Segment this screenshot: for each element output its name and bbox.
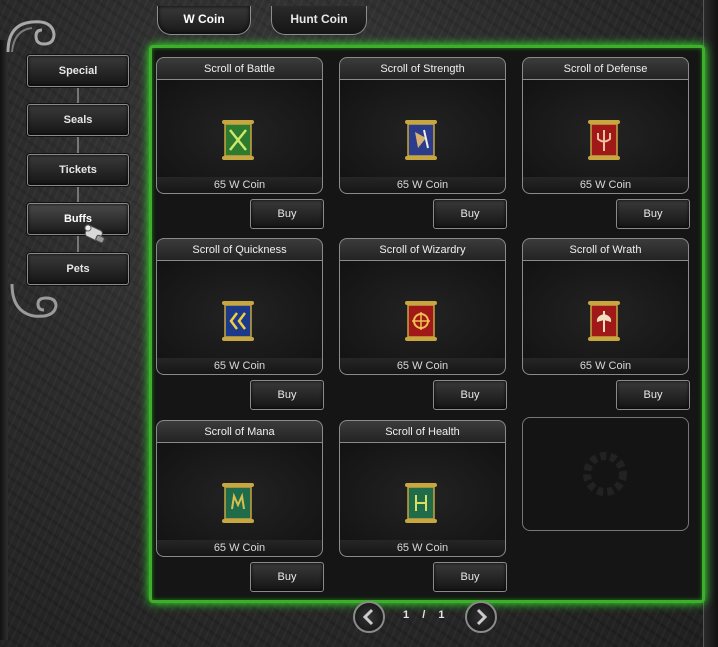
item-image-box[interactable] xyxy=(156,79,323,179)
scroll-ornament-icon xyxy=(6,20,56,53)
category-seals-button[interactable]: Seals xyxy=(27,104,129,136)
arrow-right-icon xyxy=(476,608,488,626)
item-name: Scroll of Mana xyxy=(156,420,323,443)
previous-page-button[interactable] xyxy=(353,601,385,633)
tab-hunt-coin[interactable]: Hunt Coin xyxy=(271,6,367,35)
item-image-box[interactable] xyxy=(522,79,689,179)
right-frame-border xyxy=(703,0,718,647)
shop-item-card: Scroll of Battle 65 W Coin Buy xyxy=(156,57,324,229)
buy-button[interactable]: Buy xyxy=(250,562,324,592)
gauntlet-cursor-icon xyxy=(84,224,105,244)
buy-button[interactable]: Buy xyxy=(250,380,324,410)
shop-item-card: Scroll of Defense 65 W Coin Buy xyxy=(522,57,690,229)
item-price: 65 W Coin xyxy=(156,177,323,194)
buy-button[interactable]: Buy xyxy=(433,199,507,229)
double-chevron-scroll-icon xyxy=(222,301,254,341)
category-tickets-button[interactable]: Tickets xyxy=(27,154,129,186)
buy-button[interactable]: Buy xyxy=(616,380,690,410)
item-name: Scroll of Health xyxy=(339,420,506,443)
health-rune-scroll-icon xyxy=(405,483,437,523)
shop-item-card: Scroll of Mana 65 W Coin Buy xyxy=(156,420,324,592)
buy-button[interactable]: Buy xyxy=(250,199,324,229)
item-price: 65 W Coin xyxy=(339,358,506,375)
left-frame-border xyxy=(0,40,8,640)
shield-trident-scroll-icon xyxy=(588,120,620,160)
total-pages: 1 xyxy=(438,609,447,621)
shop-item-card: Scroll of Strength 65 W Coin Buy xyxy=(339,57,507,229)
shop-window: W Coin Hunt Coin Special Seals Tickets B… xyxy=(0,0,718,647)
arrow-left-icon xyxy=(362,608,374,626)
empty-item-slot xyxy=(522,417,689,531)
item-price: 65 W Coin xyxy=(156,540,323,557)
current-page: 1 xyxy=(403,609,412,621)
item-image-box[interactable] xyxy=(339,79,506,179)
shop-item-card: Scroll of Wizardry 65 W Coin Buy xyxy=(339,238,507,410)
shop-item-card: Scroll of Quickness 65 W Coin Buy xyxy=(156,238,324,410)
item-image-box[interactable] xyxy=(339,442,506,542)
item-price: 65 W Coin xyxy=(339,540,506,557)
page-separator: / xyxy=(422,609,428,621)
buy-button[interactable]: Buy xyxy=(433,562,507,592)
gear-watermark-icon xyxy=(583,452,627,496)
item-price: 65 W Coin xyxy=(522,358,689,375)
category-buffs-button[interactable]: Buffs xyxy=(27,203,129,235)
item-image-box[interactable] xyxy=(156,442,323,542)
item-price: 65 W Coin xyxy=(156,358,323,375)
item-image-box[interactable] xyxy=(156,260,323,360)
item-name: Scroll of Quickness xyxy=(156,238,323,261)
next-page-button[interactable] xyxy=(465,601,497,633)
mana-rune-scroll-icon xyxy=(222,483,254,523)
item-image-box[interactable] xyxy=(522,260,689,360)
category-pets-button[interactable]: Pets xyxy=(27,253,129,285)
item-name: Scroll of Defense xyxy=(522,57,689,80)
item-name: Scroll of Wizardry xyxy=(339,238,506,261)
fist-scroll-icon xyxy=(405,120,437,160)
tab-w-coin[interactable]: W Coin xyxy=(157,6,251,35)
item-price: 65 W Coin xyxy=(522,177,689,194)
rune-circle-scroll-icon xyxy=(405,301,437,341)
buy-button[interactable]: Buy xyxy=(616,199,690,229)
shop-item-card: Scroll of Wrath 65 W Coin Buy xyxy=(522,238,690,410)
category-special-button[interactable]: Special xyxy=(27,55,129,87)
axe-scroll-icon xyxy=(588,301,620,341)
item-name: Scroll of Battle xyxy=(156,57,323,80)
item-name: Scroll of Wrath xyxy=(522,238,689,261)
item-price: 65 W Coin xyxy=(339,177,506,194)
item-name: Scroll of Strength xyxy=(339,57,506,80)
bottom-ornament-icon xyxy=(10,283,58,318)
buy-button[interactable]: Buy xyxy=(433,380,507,410)
page-indicator: 1 / 1 xyxy=(403,609,446,621)
crossed-swords-scroll-icon xyxy=(222,120,254,160)
shop-item-card: Scroll of Health 65 W Coin Buy xyxy=(339,420,507,592)
item-image-box[interactable] xyxy=(339,260,506,360)
